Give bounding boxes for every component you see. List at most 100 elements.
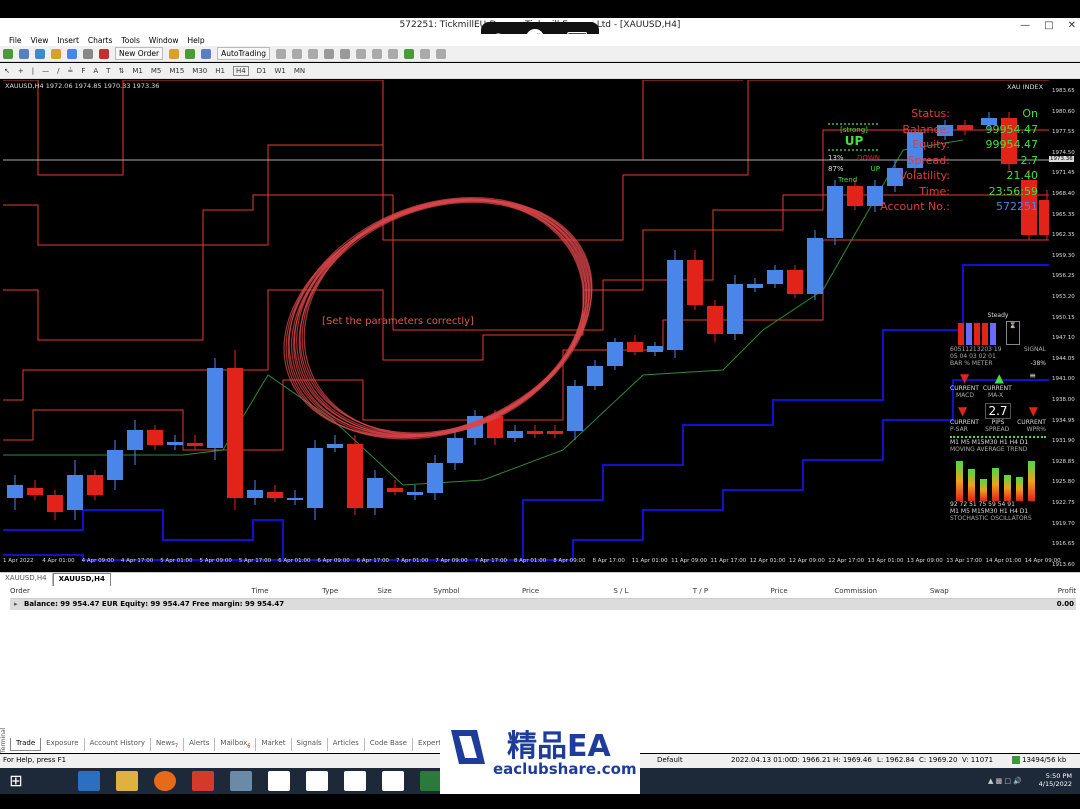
minimize-icon[interactable]: — bbox=[1020, 20, 1030, 31]
col-symbol[interactable]: Symbol bbox=[392, 587, 459, 598]
tab-exposure[interactable]: Exposure bbox=[41, 738, 85, 751]
col-price-current[interactable]: Price bbox=[708, 587, 788, 598]
tab-articles[interactable]: Articles bbox=[328, 738, 365, 751]
col-profit[interactable]: Profit bbox=[949, 587, 1076, 598]
close-icon[interactable]: ✕ bbox=[1068, 20, 1076, 31]
candle-body bbox=[647, 346, 663, 352]
timeframe-m30[interactable]: M30 bbox=[192, 67, 207, 75]
timeframe-m1[interactable]: M1 bbox=[132, 67, 143, 75]
tile-windows-icon[interactable] bbox=[356, 48, 366, 59]
profiles-icon[interactable] bbox=[19, 48, 29, 59]
new-order-button[interactable]: New Order bbox=[115, 47, 164, 60]
tab-signals[interactable]: Signals bbox=[292, 738, 328, 751]
templates-icon[interactable] bbox=[436, 48, 446, 59]
clock-time[interactable]: 5:50 PM bbox=[1039, 772, 1072, 780]
menu-view[interactable]: View bbox=[31, 36, 49, 45]
col-sl[interactable]: S / L bbox=[539, 587, 628, 598]
menu-tools[interactable]: Tools bbox=[121, 36, 139, 45]
chart-tab[interactable]: XAUUSD,H4 bbox=[0, 573, 53, 586]
zoom-out-chart-icon[interactable] bbox=[340, 48, 350, 59]
time-tick: 4 Apr 17:00 bbox=[120, 558, 154, 564]
terminal-icon[interactable] bbox=[83, 48, 93, 59]
menu-file[interactable]: File bbox=[9, 36, 22, 45]
candle-body bbox=[847, 186, 863, 206]
timeframe-h4[interactable]: H4 bbox=[232, 65, 249, 76]
market-icon[interactable] bbox=[201, 48, 212, 59]
powershell-icon[interactable] bbox=[78, 771, 100, 791]
timeframe-w1[interactable]: W1 bbox=[275, 67, 286, 75]
periods-icon[interactable] bbox=[420, 48, 430, 59]
timeframe-d1[interactable]: D1 bbox=[257, 67, 267, 75]
file-explorer-icon[interactable] bbox=[116, 771, 138, 791]
menu-window[interactable]: Window bbox=[149, 36, 179, 45]
menu-insert[interactable]: Insert bbox=[57, 36, 79, 45]
timeframe-mn[interactable]: MN bbox=[294, 67, 305, 75]
crosshair-icon[interactable]: + bbox=[18, 67, 24, 75]
tab-code-base[interactable]: Code Base bbox=[365, 738, 413, 751]
channel-icon[interactable]: ≟ bbox=[67, 67, 73, 75]
col-swap[interactable]: Swap bbox=[877, 587, 949, 598]
chart-tab-active[interactable]: XAUUSD,H4 bbox=[52, 573, 111, 586]
fibonacci-icon[interactable]: F bbox=[81, 67, 85, 75]
strategy-tester-icon[interactable] bbox=[99, 48, 109, 59]
horizontal-line-icon[interactable]: — bbox=[42, 67, 49, 75]
data-window-icon[interactable] bbox=[51, 48, 61, 59]
cursor-icon[interactable]: ↖ bbox=[4, 67, 10, 75]
navigator-icon[interactable] bbox=[67, 48, 77, 59]
line-chart-icon[interactable] bbox=[308, 48, 318, 59]
price-tick: 1953.20 bbox=[1052, 294, 1075, 300]
firefox-icon[interactable] bbox=[154, 771, 176, 791]
chart-shift-icon[interactable] bbox=[372, 48, 382, 59]
menu-help[interactable]: Help bbox=[187, 36, 204, 45]
trendline-icon[interactable]: / bbox=[57, 67, 59, 75]
timeframe-m5[interactable]: M5 bbox=[151, 67, 162, 75]
terminal-side-label[interactable]: Terminal bbox=[0, 700, 10, 753]
metaeditor-icon[interactable] bbox=[169, 48, 180, 59]
windows-start-icon[interactable]: ⊞ bbox=[5, 771, 27, 791]
system-tray-icons[interactable]: ▲ ▩ □ 🔊 bbox=[988, 777, 1022, 785]
fbs-app-icon[interactable] bbox=[420, 771, 442, 791]
psar-current: CURRENT bbox=[950, 419, 979, 426]
tab-news[interactable]: News7 bbox=[151, 738, 185, 751]
zoom-in-chart-icon[interactable] bbox=[324, 48, 334, 59]
bar-chart-icon[interactable] bbox=[276, 48, 286, 59]
col-type[interactable]: Type bbox=[269, 587, 338, 598]
clock-date[interactable]: 4/15/2022 bbox=[1039, 780, 1072, 788]
label-icon[interactable]: T bbox=[106, 67, 110, 75]
balance-summary-row[interactable]: ▸ Balance: 99 954.47 EUR Equity: 99 954.… bbox=[10, 599, 1076, 610]
autotrading-button[interactable]: AutoTrading bbox=[217, 47, 270, 60]
maximize-icon[interactable]: □ bbox=[1044, 20, 1053, 31]
candlestick-icon[interactable] bbox=[292, 48, 302, 59]
col-tp[interactable]: T / P bbox=[629, 587, 708, 598]
timeframe-m15[interactable]: M15 bbox=[169, 67, 184, 75]
arrows-icon[interactable]: ⇅ bbox=[118, 67, 124, 75]
text-icon[interactable]: A bbox=[93, 67, 98, 75]
tab-market[interactable]: Market bbox=[256, 738, 292, 751]
signals-icon[interactable] bbox=[185, 48, 196, 59]
vertical-line-icon[interactable]: | bbox=[32, 67, 34, 75]
app-icon[interactable] bbox=[230, 771, 252, 791]
market-watch-icon[interactable] bbox=[35, 48, 45, 59]
terminal-app-icon[interactable] bbox=[344, 771, 366, 791]
terminal-app-icon[interactable] bbox=[382, 771, 404, 791]
tab-account-history[interactable]: Account History bbox=[85, 738, 151, 751]
price-tick: 1965.35 bbox=[1052, 211, 1075, 218]
menu-charts[interactable]: Charts bbox=[88, 36, 113, 45]
tab-trade[interactable]: Trade bbox=[10, 738, 42, 751]
col-size[interactable]: Size bbox=[338, 587, 391, 598]
autoscroll-icon[interactable] bbox=[388, 48, 398, 59]
indicators-icon[interactable] bbox=[404, 48, 414, 59]
app-icon[interactable] bbox=[192, 771, 214, 791]
timeframe-h1[interactable]: H1 bbox=[215, 67, 225, 75]
terminal-app-icon[interactable] bbox=[268, 771, 290, 791]
tab-mailbox[interactable]: Mailbox6 bbox=[215, 738, 257, 751]
col-order[interactable]: Order bbox=[10, 587, 50, 598]
watermark-logo bbox=[451, 730, 485, 764]
col-commission[interactable]: Commission bbox=[788, 587, 877, 598]
col-time[interactable]: Time bbox=[50, 587, 268, 598]
col-price[interactable]: Price bbox=[459, 587, 539, 598]
tab-alerts[interactable]: Alerts bbox=[184, 738, 216, 751]
terminal-app-icon[interactable] bbox=[306, 771, 328, 791]
stochastic-bar bbox=[1028, 460, 1035, 501]
new-chart-icon[interactable] bbox=[3, 48, 13, 59]
